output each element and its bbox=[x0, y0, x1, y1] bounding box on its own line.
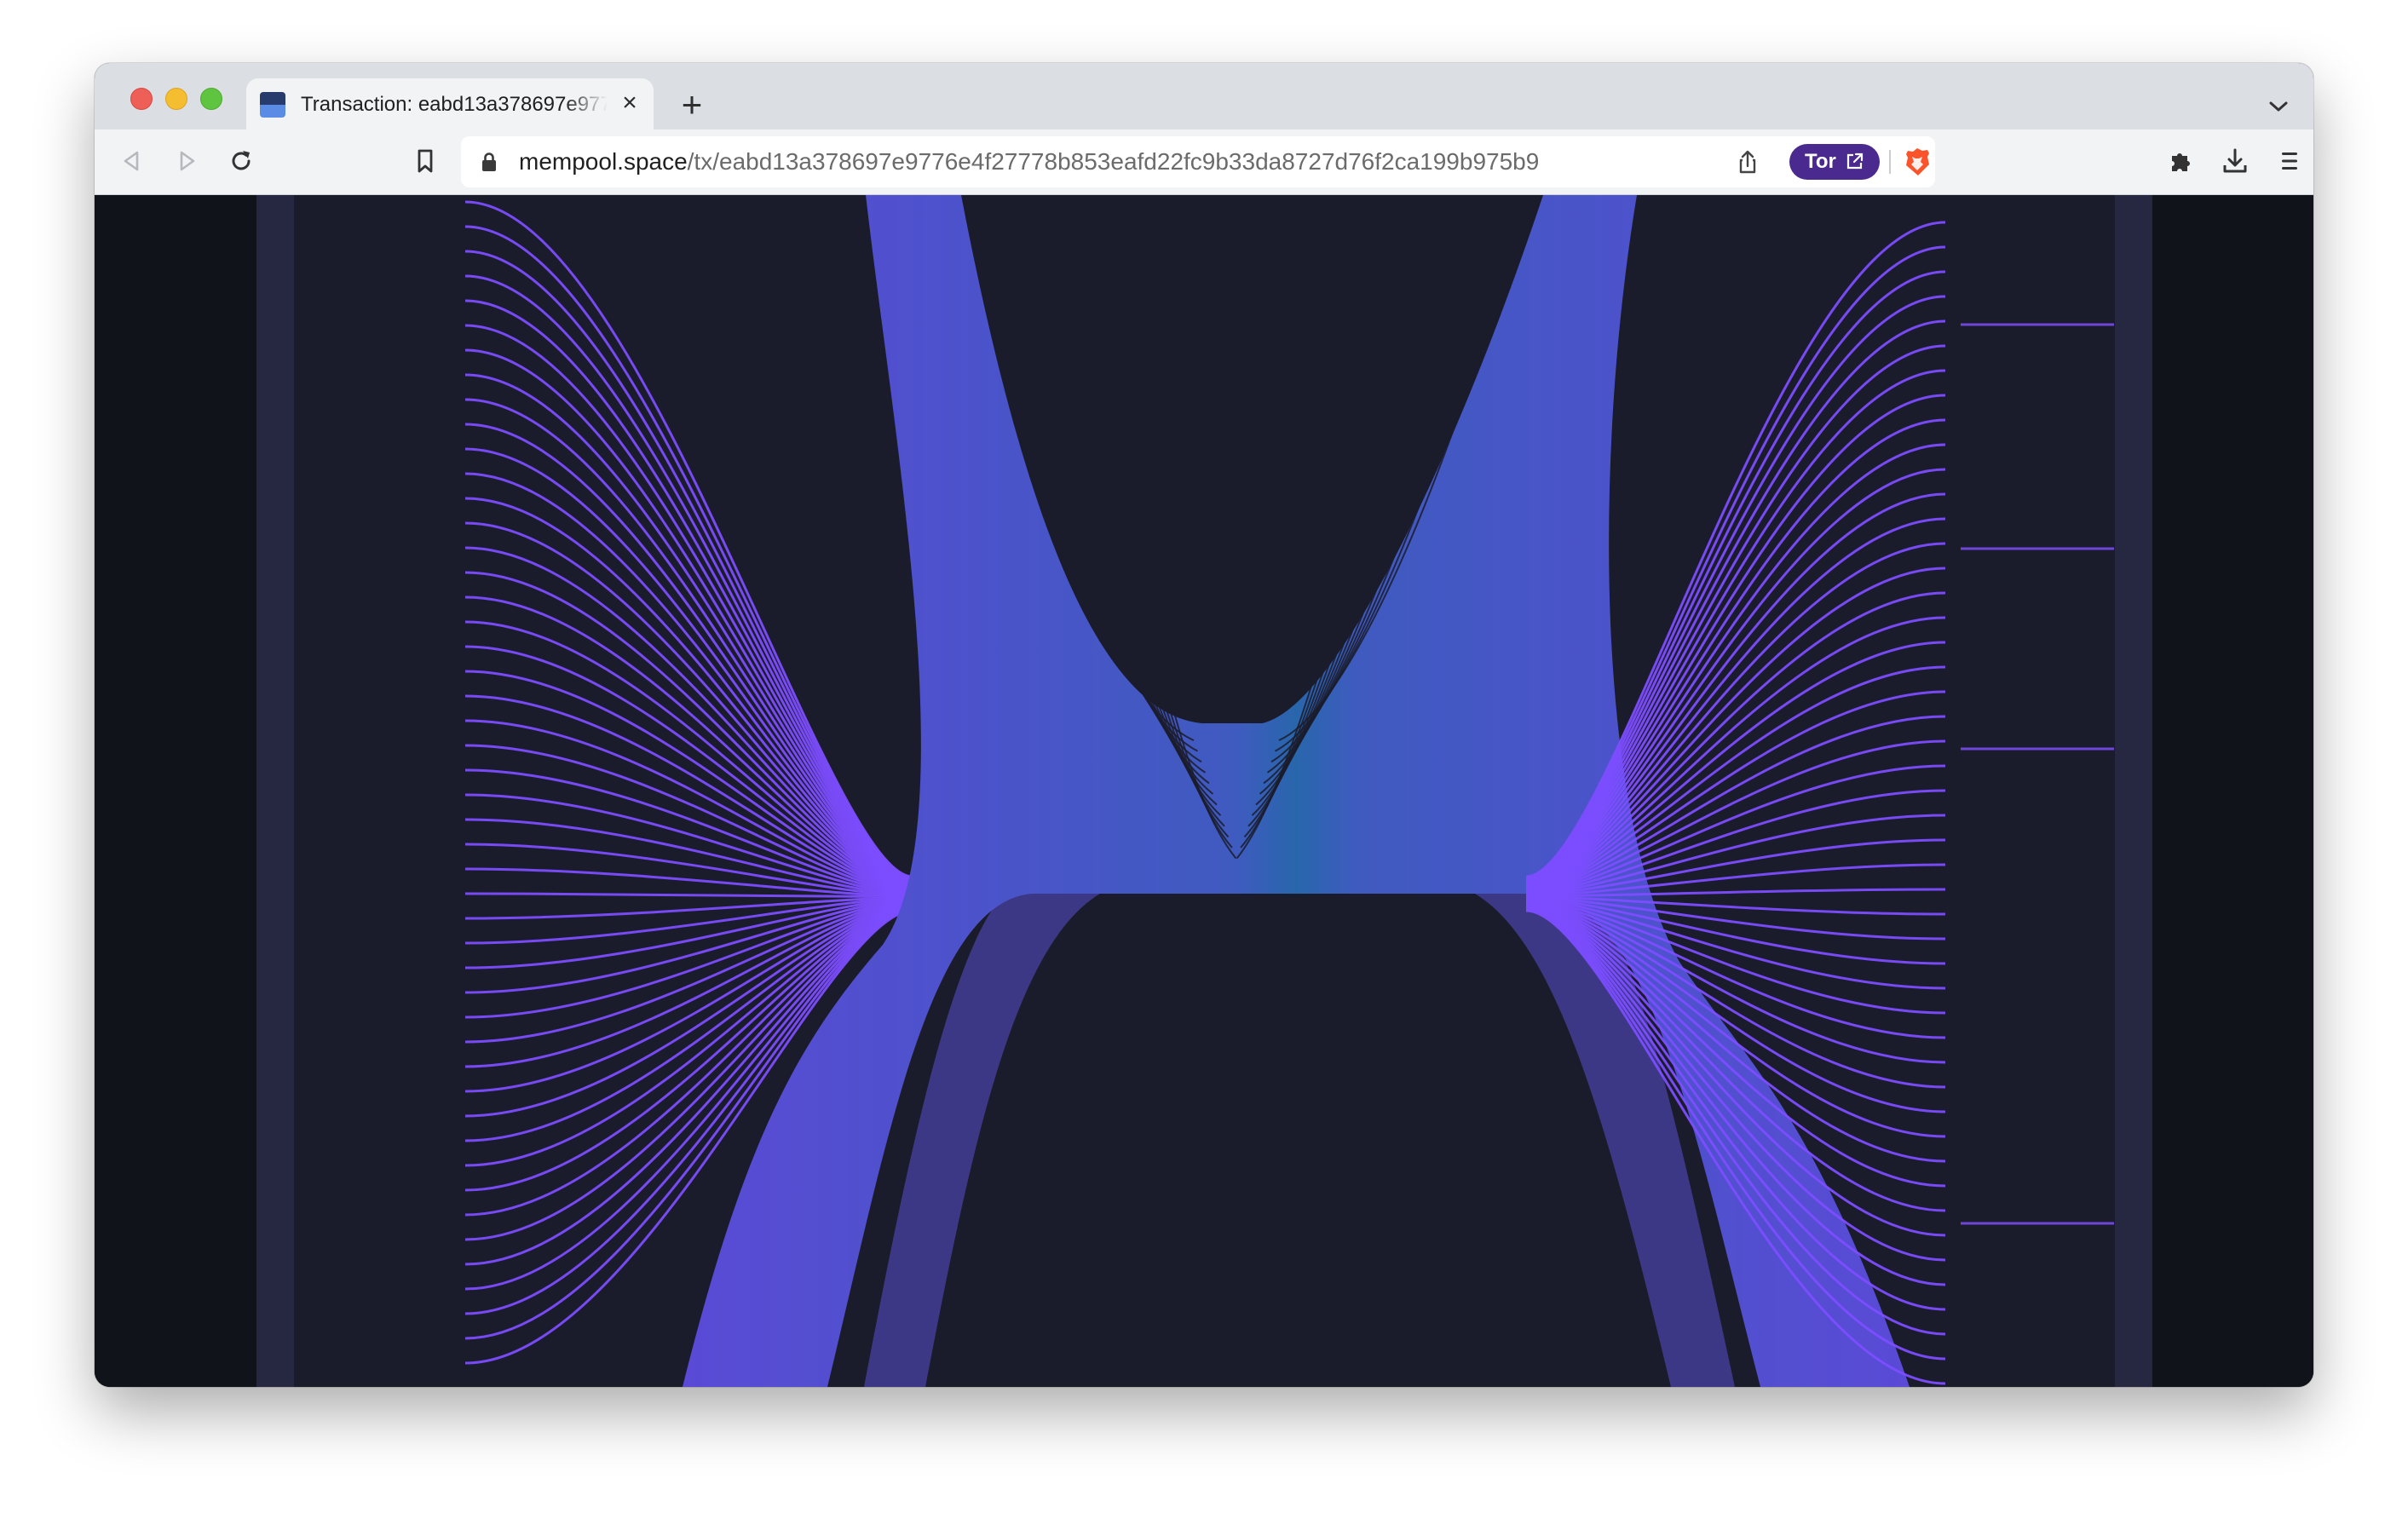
forward-icon[interactable] bbox=[171, 146, 202, 176]
url-path: /tx/eabd13a378697e9776e4f27778b853eafd22… bbox=[687, 148, 1540, 175]
page-viewport bbox=[95, 195, 2313, 1387]
new-tab-button[interactable]: + bbox=[674, 87, 710, 124]
lock-icon bbox=[482, 152, 496, 171]
close-icon: × bbox=[622, 89, 637, 117]
extensions-icon[interactable] bbox=[2165, 146, 2196, 176]
zoom-window-button[interactable] bbox=[200, 88, 222, 110]
reload-icon[interactable] bbox=[226, 146, 256, 176]
plus-icon: + bbox=[681, 84, 703, 124]
share-icon[interactable] bbox=[1734, 148, 1761, 175]
close-window-button[interactable] bbox=[130, 88, 153, 110]
url-divider bbox=[1889, 150, 1891, 174]
tor-external-icon bbox=[1846, 152, 1864, 170]
downloads-icon[interactable] bbox=[2220, 146, 2250, 176]
tab-bar: Transaction: eabd13a378697e9776e4f27778b… bbox=[95, 63, 2313, 129]
transaction-flow-diagram bbox=[95, 195, 2313, 1387]
menu-icon[interactable] bbox=[2274, 146, 2305, 176]
brave-shield-icon[interactable] bbox=[1901, 146, 1933, 178]
minimize-window-button[interactable] bbox=[165, 88, 187, 110]
tor-button[interactable]: Tor bbox=[1789, 144, 1880, 180]
tab-transaction[interactable]: Transaction: eabd13a378697e9776e4f27778b… bbox=[246, 78, 654, 129]
chevron-down-icon[interactable] bbox=[2266, 94, 2291, 119]
url-text[interactable]: mempool.space/tx/eabd13a378697e9776e4f27… bbox=[519, 149, 1539, 175]
close-tab-button[interactable]: × bbox=[616, 89, 643, 117]
browser-window: Transaction: eabd13a378697e9776e4f27778b… bbox=[95, 63, 2313, 1387]
address-bar[interactable]: mempool.space/tx/eabd13a378697e9776e4f27… bbox=[461, 136, 1935, 187]
url-domain: mempool.space bbox=[519, 148, 688, 175]
tab-title: Transaction: eabd13a378697e9776e4f27778b… bbox=[301, 93, 608, 116]
back-icon[interactable] bbox=[117, 146, 147, 176]
bookmark-icon[interactable] bbox=[410, 146, 441, 176]
tor-label: Tor bbox=[1805, 150, 1836, 173]
browser-toolbar: mempool.space/tx/eabd13a378697e9776e4f27… bbox=[95, 129, 2313, 195]
mempool-favicon-icon bbox=[260, 92, 285, 118]
